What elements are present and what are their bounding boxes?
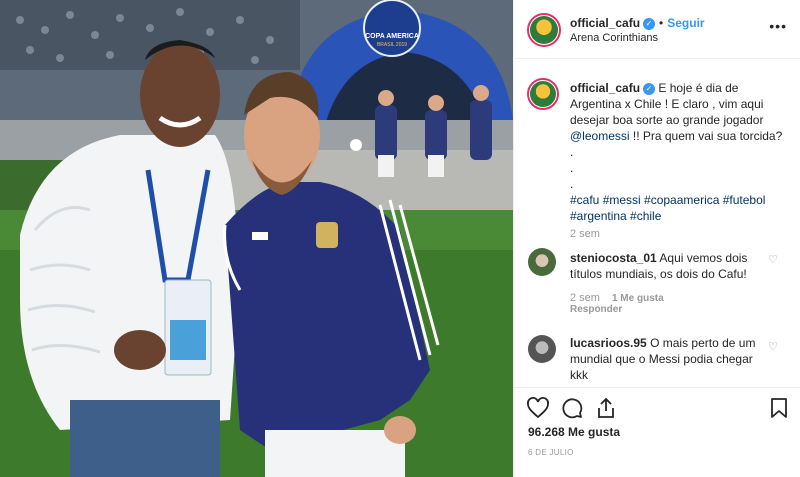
- follow-button[interactable]: Seguir: [667, 16, 704, 30]
- header-user-line: official_cafu ✓ • Seguir: [570, 16, 705, 30]
- share-icon[interactable]: [594, 396, 618, 420]
- caption-username[interactable]: official_cafu: [570, 81, 640, 95]
- caption-dots: .: [570, 161, 574, 175]
- comment-time[interactable]: 2 sem: [570, 292, 600, 304]
- like-comment-heart-icon[interactable]: ♡: [768, 340, 778, 353]
- comment-1-meta: 2 sem 1 Me gusta: [570, 290, 664, 304]
- location-link[interactable]: Arena Corinthians: [570, 32, 658, 44]
- heart-icon[interactable]: [526, 396, 550, 420]
- caption-time[interactable]: 2 sem: [570, 228, 600, 240]
- caption-dots-2: .: [570, 177, 574, 191]
- comment-username[interactable]: steniocosta_01: [570, 251, 657, 265]
- likes-count[interactable]: 96.268 Me gusta: [528, 425, 620, 439]
- comment-avatar[interactable]: [528, 248, 556, 276]
- verified-badge-icon: ✓: [643, 82, 656, 95]
- comment-avatar[interactable]: [528, 335, 556, 363]
- comment-username[interactable]: lucasrioos.95: [570, 336, 647, 350]
- banner-text: COPA AMERICA: [365, 33, 419, 40]
- comment-2: lucasrioos.95 O mais perto de um mundial…: [570, 335, 764, 383]
- mention-link[interactable]: @leomessi: [570, 129, 630, 143]
- caption: official_cafu ✓ E hoje é dia de Argentina…: [570, 80, 788, 224]
- post-actions: 96.268 Me gusta 6 DE JULIO: [514, 387, 800, 477]
- reply-button[interactable]: Responder: [570, 304, 622, 315]
- bookmark-icon[interactable]: [767, 396, 791, 420]
- post-side-panel: official_cafu ✓ • Seguir Arena Corinthians …: [513, 0, 800, 477]
- post-header: official_cafu ✓ • Seguir Arena Corinthians …: [514, 0, 800, 59]
- avatar[interactable]: [527, 13, 561, 47]
- post-photo[interactable]: COPA AMERICA BRASIL 2019: [0, 0, 513, 477]
- caption-avatar[interactable]: [527, 78, 559, 110]
- instagram-post-modal: COPA AMERICA BRASIL 2019 official_cafu ✓…: [0, 0, 800, 477]
- comment-likes[interactable]: 1 Me gusta: [612, 293, 664, 304]
- verified-badge-icon: ✓: [643, 17, 656, 30]
- separator-dot: •: [659, 16, 664, 30]
- comment-1: steniocosta_01 Aqui vemos dois títulos m…: [570, 250, 764, 282]
- comment-icon[interactable]: [560, 396, 584, 420]
- hashtags[interactable]: #cafu #messi #copaamerica #futebol #arge…: [570, 192, 788, 224]
- banner-subtext: BRASIL 2019: [377, 42, 407, 48]
- more-options-icon[interactable]: •••: [769, 18, 787, 34]
- header-username[interactable]: official_cafu: [570, 16, 640, 30]
- post-date: 6 DE JULIO: [528, 448, 574, 457]
- photo-image: COPA AMERICA BRASIL 2019: [0, 0, 513, 477]
- like-comment-heart-icon[interactable]: ♡: [768, 253, 778, 266]
